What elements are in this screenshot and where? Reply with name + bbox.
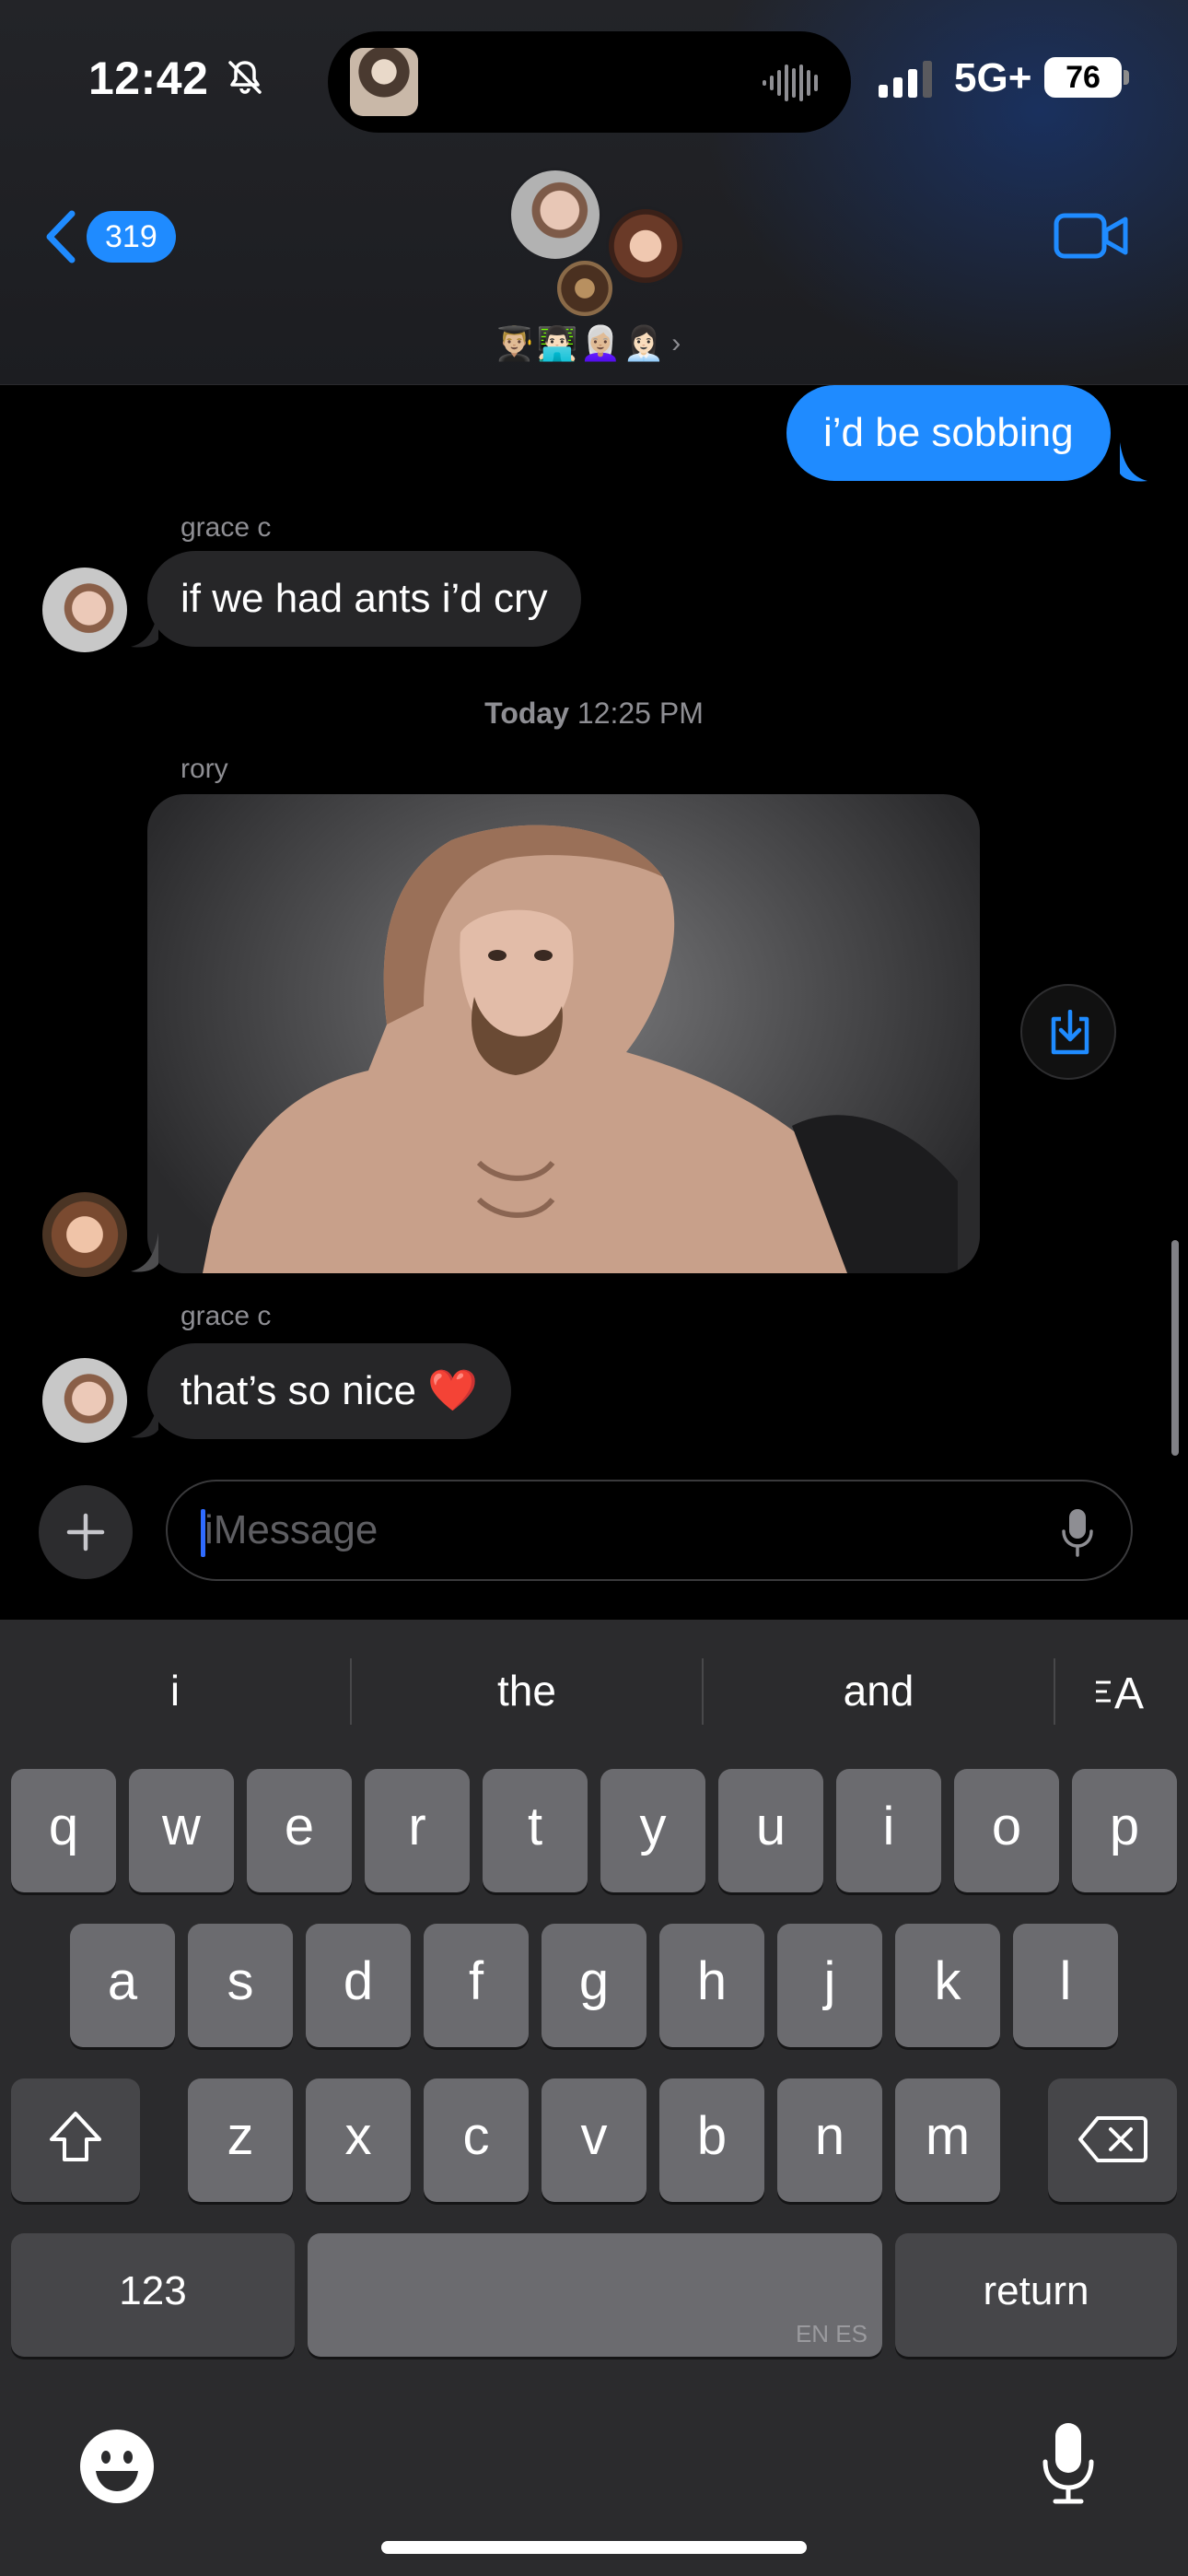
shift-icon <box>50 2112 101 2161</box>
svg-text:A: A <box>1114 1669 1144 1715</box>
member-memoji-list: 👨🏼‍🎓👨🏻‍💻👩🏼‍🦳👩🏻‍💼 <box>494 324 667 362</box>
group-avatar-cluster[interactable] <box>505 164 689 321</box>
bubble-tail <box>1120 442 1147 482</box>
key-i[interactable]: i <box>836 1769 941 1892</box>
battery-nub <box>1124 70 1129 85</box>
predictive-bar: i the and A <box>0 1620 1188 1762</box>
key-q[interactable]: q <box>11 1769 116 1892</box>
key-l[interactable]: l <box>1013 1924 1118 2047</box>
return-key[interactable]: return <box>895 2233 1177 2357</box>
key-c[interactable]: c <box>424 2078 529 2202</box>
battery-indicator: 76 <box>1044 57 1129 98</box>
key-b[interactable]: b <box>659 2078 764 2202</box>
group-member-avatar <box>508 168 602 262</box>
suggestion-item[interactable]: i <box>0 1620 350 1762</box>
sender-name: grace c <box>181 512 272 543</box>
status-time: 12:42 <box>88 53 209 104</box>
suggestion-item[interactable]: and <box>704 1620 1054 1762</box>
key-f[interactable]: f <box>424 1924 529 2047</box>
delete-icon <box>1078 2116 1147 2162</box>
conversation-timestamp: Today 12:25 PM <box>0 697 1188 731</box>
unread-count-badge: 319 <box>87 211 176 263</box>
language-indicator: EN ES <box>795 2320 868 2348</box>
audio-waveform-icon <box>763 64 818 101</box>
scrollbar[interactable] <box>1171 1240 1179 1456</box>
video-camera-icon[interactable] <box>1054 210 1129 262</box>
key-a[interactable]: a <box>70 1924 175 2047</box>
group-members-row[interactable]: 👨🏼‍🎓👨🏻‍💻👩🏼‍🦳👩🏻‍💼 › <box>494 324 682 363</box>
chevron-left-icon <box>46 210 76 263</box>
sender-avatar[interactable] <box>42 568 127 652</box>
sender-name: grace c <box>181 1301 272 1331</box>
keyboard: i the and A q w e r t y u i o p a s d f … <box>0 1620 1188 2576</box>
photo-attachment[interactable] <box>147 794 980 1273</box>
key-w[interactable]: w <box>129 1769 234 1892</box>
sender-avatar[interactable] <box>42 1358 127 1443</box>
network-type: 5G+ <box>954 55 1032 100</box>
photo-content <box>203 825 958 1273</box>
chevron-right-icon: › <box>671 328 683 358</box>
key-o[interactable]: o <box>954 1769 1059 1892</box>
space-key[interactable]: EN ES <box>308 2233 882 2357</box>
plus-icon <box>66 1513 105 1551</box>
divider <box>1054 1658 1055 1725</box>
message-input-container[interactable] <box>166 1480 1133 1581</box>
shift-key[interactable] <box>11 2078 140 2202</box>
delete-key[interactable] <box>1048 2078 1177 2202</box>
emoji-icon[interactable] <box>77 2427 157 2506</box>
key-r[interactable]: r <box>365 1769 470 1892</box>
sender-name: rory <box>181 754 228 784</box>
key-y[interactable]: y <box>600 1769 705 1892</box>
key-g[interactable]: g <box>542 1924 646 2047</box>
microphone-icon[interactable] <box>1041 2421 1096 2504</box>
back-button[interactable]: 319 <box>41 208 176 265</box>
outgoing-message-bubble[interactable]: i’d be sobbing <box>786 385 1111 481</box>
key-t[interactable]: t <box>483 1769 588 1892</box>
key-x[interactable]: x <box>306 2078 411 2202</box>
key-k[interactable]: k <box>895 1924 1000 2047</box>
key-j[interactable]: j <box>777 1924 882 2047</box>
bubble-tail <box>131 1233 158 1272</box>
key-n[interactable]: n <box>777 2078 882 2202</box>
timestamp-time: 12:25 PM <box>577 697 704 730</box>
key-h[interactable]: h <box>659 1924 764 2047</box>
save-photo-button[interactable] <box>1020 984 1116 1080</box>
apps-plus-button[interactable] <box>39 1485 133 1579</box>
text-format-icon[interactable]: A <box>1092 1666 1153 1715</box>
conversation-header: 12:42 5G+ 76 <box>0 0 1188 385</box>
suggestion-item[interactable]: the <box>352 1620 702 1762</box>
key-p[interactable]: p <box>1072 1769 1177 1892</box>
home-indicator[interactable] <box>381 2541 807 2554</box>
incoming-message-bubble[interactable]: if we had ants i’d cry <box>147 551 581 647</box>
key-z[interactable]: z <box>188 2078 293 2202</box>
key-s[interactable]: s <box>188 1924 293 2047</box>
battery-level: 76 <box>1044 57 1122 98</box>
timestamp-day: Today <box>484 697 569 730</box>
save-download-icon <box>1051 1010 1089 1055</box>
key-d[interactable]: d <box>306 1924 411 2047</box>
silent-bell-icon <box>228 61 262 94</box>
group-member-avatar <box>554 258 615 319</box>
key-u[interactable]: u <box>718 1769 823 1892</box>
key-e[interactable]: e <box>247 1769 352 1892</box>
incoming-message-bubble[interactable]: that’s so nice ❤️ <box>147 1343 512 1439</box>
message-input[interactable] <box>204 1481 1015 1579</box>
group-member-avatar <box>606 206 685 286</box>
dictation-mic-icon[interactable] <box>1061 1507 1094 1557</box>
numbers-key[interactable]: 123 <box>11 2233 295 2357</box>
key-m[interactable]: m <box>895 2078 1000 2202</box>
key-v[interactable]: v <box>542 2078 646 2202</box>
dynamic-island[interactable] <box>328 31 851 133</box>
now-playing-artwork <box>350 48 418 116</box>
sender-avatar[interactable] <box>42 1192 127 1277</box>
cellular-signal-icon <box>879 61 932 98</box>
